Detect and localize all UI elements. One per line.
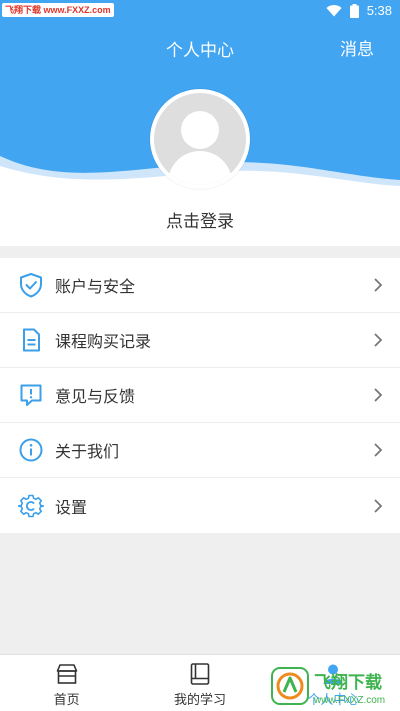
- tab-home[interactable]: 首页: [0, 655, 133, 711]
- chevron-right-icon: [374, 333, 383, 347]
- watermark-badge: 飞翔下载 www.FXXZ.com: [2, 3, 114, 17]
- menu-item-feedback[interactable]: 意见与反馈: [0, 368, 400, 423]
- watermark-logo-text: 飞翔下载: [314, 672, 382, 693]
- status-indicators: 5:38: [326, 3, 392, 18]
- battery-icon: [349, 3, 359, 18]
- user-avatar-icon[interactable]: [150, 89, 250, 189]
- menu-item-account-security[interactable]: 账户与安全: [0, 258, 400, 313]
- tab-label: 我的学习: [173, 693, 226, 708]
- menu-item-label: 设置: [55, 497, 88, 517]
- chevron-right-icon: [374, 498, 383, 513]
- settings-gear-icon: [17, 492, 45, 520]
- home-icon: [56, 664, 77, 684]
- status-bar: 飞翔下载 www.FXXZ.com 5:38: [0, 0, 400, 24]
- chevron-right-icon: [374, 278, 383, 292]
- tab-label: 首页: [53, 693, 80, 708]
- book-icon: [190, 663, 210, 685]
- login-link[interactable]: 点击登录: [0, 207, 400, 232]
- settings-menu: 账户与安全 课程购买记录 意见与反馈 关于我们 设置: [0, 258, 400, 533]
- chevron-right-icon: [374, 443, 383, 457]
- menu-item-label: 账户与安全: [55, 277, 136, 296]
- menu-item-label: 课程购买记录: [55, 332, 152, 351]
- info-icon: [17, 436, 45, 464]
- menu-item-label: 关于我们: [55, 442, 120, 461]
- menu-item-label: 意见与反馈: [55, 387, 136, 406]
- status-time: 5:38: [366, 3, 392, 18]
- watermark-logo: 飞翔下载 www.FXXZ.com: [271, 667, 385, 706]
- menu-item-purchase-records[interactable]: 课程购买记录: [0, 313, 400, 368]
- tab-my-learning[interactable]: 我的学习: [133, 655, 266, 711]
- feedback-icon: [17, 381, 45, 409]
- shield-check-icon: [17, 271, 45, 299]
- document-icon: [17, 326, 45, 354]
- menu-item-settings[interactable]: 设置: [0, 478, 400, 533]
- menu-item-about-us[interactable]: 关于我们: [0, 423, 400, 478]
- wifi-icon: [326, 5, 342, 17]
- watermark-logo-url: www.FXXZ.com: [313, 695, 385, 706]
- messages-button[interactable]: 消息: [340, 35, 374, 60]
- chevron-right-icon: [374, 388, 383, 402]
